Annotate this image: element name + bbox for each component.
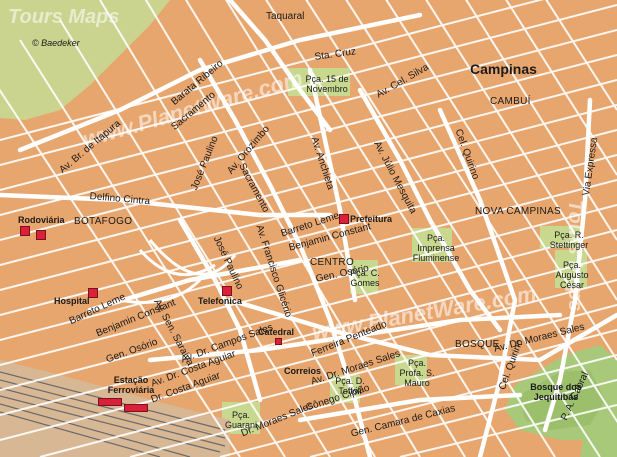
- place-label: Pça. Imprensa Fluminense: [412, 233, 460, 263]
- poi-marker-estacao-1[interactable]: [98, 398, 122, 406]
- poi-estacao-ferroviaria[interactable]: Estação Ferroviária: [106, 375, 156, 395]
- place-label: Pça. R. Stettinger: [549, 230, 589, 250]
- poi-marker-estacao-2[interactable]: [124, 404, 148, 412]
- watermark-top-left: Tours Maps: [8, 6, 120, 28]
- poi-marker-telefonica[interactable]: [222, 286, 232, 296]
- district-cambui: CAMBUÍ: [490, 96, 531, 107]
- city-map[interactable]: Tours Maps www.PlanetWare.com www.Planet…: [0, 0, 617, 457]
- district-nova-campinas: NOVA CAMPINAS: [475, 206, 561, 217]
- map-credit: © Baedeker: [32, 38, 80, 48]
- place-label: Pça. 15 de Novembro: [305, 74, 349, 94]
- place-label: Bosque dos Jequitibás: [530, 382, 582, 402]
- street-label: Taquaral: [266, 11, 305, 22]
- poi-prefeitura[interactable]: Prefeitura: [350, 214, 392, 224]
- watermark-right: Tours Maps: [564, 200, 586, 312]
- poi-telefonica[interactable]: Telefonica: [198, 296, 242, 306]
- place-label: Pça. Guarani: [224, 410, 258, 430]
- poi-hospital[interactable]: Hospital: [54, 296, 90, 306]
- poi-correios[interactable]: Correios: [284, 366, 321, 376]
- place-label: Pça. Augusto César: [555, 260, 589, 290]
- district-botafogo: BOTAFOGO: [74, 216, 133, 227]
- poi-marker-prefeitura[interactable]: [339, 214, 349, 224]
- place-label: Pça. C. Gomes: [350, 268, 380, 288]
- place-label: Pça. D. Toffoli: [335, 376, 365, 396]
- poi-catedral[interactable]: Catedral: [258, 327, 294, 337]
- poi-marker-rodoviaria-2[interactable]: [36, 230, 46, 240]
- map-title: Campinas: [470, 61, 537, 77]
- poi-rodoviaria[interactable]: Rodoviária: [18, 215, 65, 225]
- place-label: Pça. Profa. S. Mauro: [399, 358, 435, 388]
- poi-marker-catedral[interactable]: [275, 338, 282, 345]
- poi-marker-rodoviaria[interactable]: [20, 226, 30, 236]
